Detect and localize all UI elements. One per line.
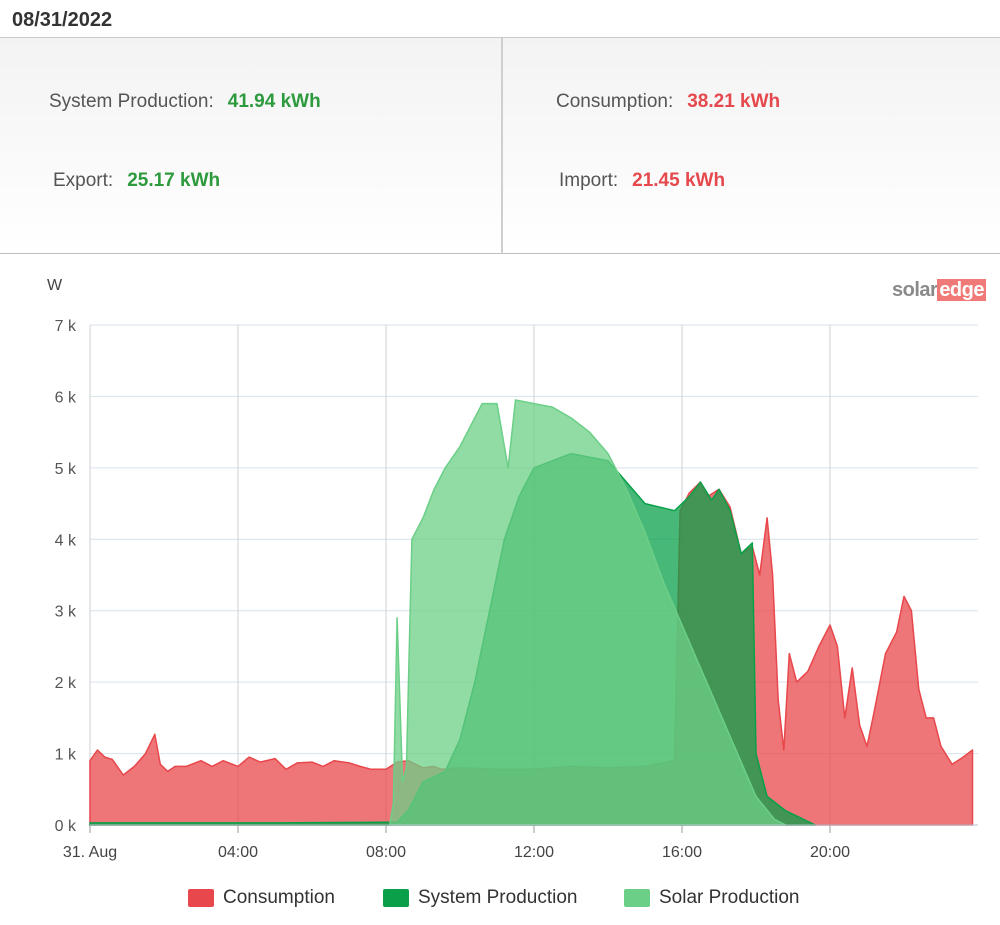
- legend-item-system-production[interactable]: System Production: [383, 887, 577, 909]
- energy-summary-panel: System Production: 41.94 kWh Export: 25.17…: [0, 38, 1000, 254]
- x-tick-label: 31. Aug: [63, 844, 117, 861]
- x-tick-label: 16:00: [662, 844, 702, 861]
- legend-item-solar-production[interactable]: Solar Production: [624, 887, 799, 909]
- y-tick-label: 3 k: [55, 604, 77, 621]
- date-header: 08/31/2022: [0, 0, 1000, 38]
- power-chart-plot[interactable]: 0 k 1 k 2 k 3 k 4 k 5 k 6 k 7 k 31. Aug 04:00 08:0…: [0, 255, 1000, 875]
- system-production-label: System Production:: [49, 91, 214, 112]
- legend-label-system-production: System Production: [418, 887, 578, 908]
- legend-label-solar-production: Solar Production: [659, 887, 800, 908]
- legend-swatch-solar-production: [624, 889, 650, 907]
- import-value: 21.45 kWh: [632, 170, 726, 191]
- chart-legend: Consumption System Production Solar Prod…: [0, 887, 1000, 913]
- system-production-stat: System Production: 41.94 kWh: [49, 91, 321, 113]
- y-tick-label: 4 k: [55, 532, 77, 549]
- export-value: 25.17 kWh: [127, 170, 221, 191]
- y-tick-label: 1 k: [55, 747, 77, 764]
- y-tick-label: 7 k: [55, 318, 77, 335]
- consumption-label: Consumption:: [556, 91, 674, 112]
- consumption-value: 38.21 kWh: [687, 91, 781, 112]
- system-production-value: 41.94 kWh: [227, 91, 321, 112]
- summary-divider: [501, 38, 503, 254]
- x-tick-label: 04:00: [218, 844, 258, 861]
- import-stat: Import: 21.45 kWh: [559, 170, 725, 192]
- export-stat: Export: 25.17 kWh: [53, 170, 220, 192]
- import-label: Import:: [559, 170, 619, 191]
- date-label: 08/31/2022: [12, 9, 113, 31]
- legend-label-consumption: Consumption: [223, 887, 335, 908]
- x-tick-label: 08:00: [366, 844, 406, 861]
- y-tick-label: 5 k: [55, 461, 77, 478]
- y-tick-label: 0 k: [55, 818, 77, 835]
- legend-swatch-consumption: [188, 889, 214, 907]
- x-tick-label: 12:00: [514, 844, 554, 861]
- power-chart: W solar edge 0 k1 k2 k3 k4 k5 k6 k7 k 31. …: [0, 255, 1000, 925]
- x-tick-label: 20:00: [810, 844, 850, 861]
- export-label: Export:: [53, 170, 114, 191]
- y-tick-label: 2 k: [55, 675, 77, 692]
- legend-item-consumption[interactable]: Consumption: [188, 887, 335, 909]
- consumption-stat: Consumption: 38.21 kWh: [556, 91, 780, 113]
- legend-swatch-system-production: [383, 889, 409, 907]
- y-tick-label: 6 k: [55, 389, 77, 406]
